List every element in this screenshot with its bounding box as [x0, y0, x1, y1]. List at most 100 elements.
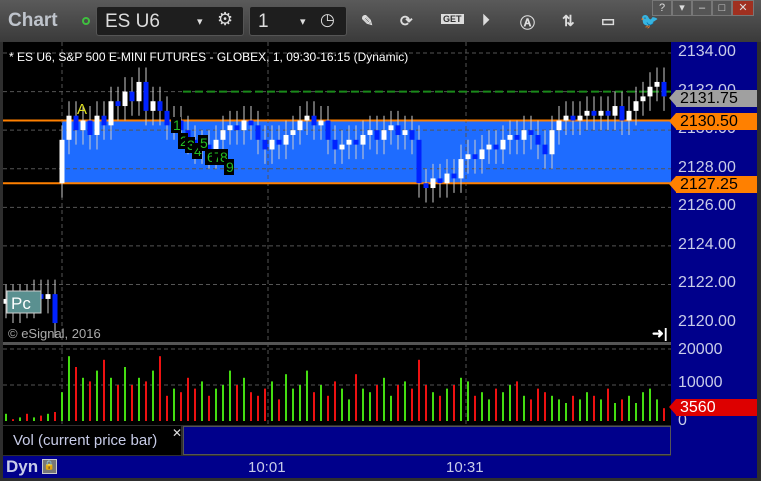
candle — [157, 101, 163, 111]
refresh-chart-icon[interactable]: ⟳ — [400, 12, 413, 30]
price-chart[interactable]: PcA12 3 456 789 — [3, 42, 671, 426]
candle — [430, 178, 436, 189]
candle — [556, 120, 562, 131]
candle — [605, 110, 611, 116]
get-icon[interactable]: GET — [441, 14, 464, 24]
candle — [45, 294, 51, 299]
lower-level-tag: 2127.25 — [669, 176, 757, 193]
lower-level: 2127.25 — [680, 176, 738, 193]
dock-button[interactable]: ▾ — [672, 0, 692, 16]
candle — [122, 91, 128, 107]
candle — [549, 130, 555, 155]
candle — [59, 139, 65, 184]
gear-icon[interactable]: ⚙ — [217, 9, 233, 30]
candle — [80, 120, 86, 131]
candle — [626, 110, 632, 121]
candle — [129, 91, 135, 102]
price-tick: 2126.00 — [678, 197, 736, 215]
candle — [521, 130, 527, 140]
candle — [234, 125, 240, 131]
candle — [66, 115, 72, 140]
legend-strip — [183, 426, 671, 455]
candle — [227, 125, 233, 131]
window-title: Chart — [8, 10, 58, 31]
candle — [332, 139, 338, 150]
candle — [493, 144, 499, 150]
candle — [360, 134, 366, 145]
time-label: 10:01 — [248, 459, 286, 476]
candle — [143, 81, 149, 111]
status-dot-icon — [82, 17, 90, 25]
comment-icon[interactable]: ▭ — [601, 12, 615, 30]
price-tick: 2124.00 — [678, 235, 736, 253]
candle — [507, 134, 513, 140]
candle — [423, 183, 429, 189]
candle — [115, 101, 121, 107]
last-price: 2131.75 — [680, 90, 738, 107]
candle — [591, 110, 597, 116]
candle — [304, 115, 310, 121]
candle — [269, 139, 275, 150]
candle — [542, 144, 548, 155]
candle — [101, 115, 107, 126]
candle — [563, 115, 569, 121]
candle — [248, 120, 254, 126]
candle — [318, 120, 324, 126]
volume-tag: 3560 — [669, 399, 757, 416]
candle — [367, 130, 373, 135]
candle — [220, 130, 226, 140]
candle — [570, 115, 576, 121]
maximize-button[interactable]: □ — [712, 0, 732, 16]
close-button[interactable]: ✕ — [732, 0, 754, 16]
candle — [409, 130, 415, 140]
candle — [479, 149, 485, 160]
volume-tick: 20000 — [678, 341, 723, 358]
candle — [353, 139, 359, 145]
lock-clock-icon[interactable]: 🔒 — [42, 459, 57, 474]
pencil-icon[interactable]: ✎ — [361, 12, 374, 30]
candle — [325, 120, 331, 140]
time-axis[interactable]: Dyn 🔒 10:01 10:31 — [3, 456, 757, 478]
candle — [381, 130, 387, 140]
copyright: © eSignal, 2016 — [8, 326, 101, 341]
candle — [164, 110, 170, 126]
candle — [241, 120, 247, 131]
play-icon[interactable]: ⏵ — [482, 12, 490, 29]
candle — [52, 294, 58, 324]
alert-icon[interactable]: Ⓐ — [520, 12, 535, 33]
upper-level-tag: 2130.50 — [669, 113, 757, 130]
scroll-to-end-icon[interactable]: ➜| — [652, 325, 668, 342]
candle — [486, 144, 492, 150]
candle — [514, 134, 520, 140]
link-icon[interactable]: ⇅ — [562, 12, 575, 30]
candle — [311, 115, 317, 126]
time-label: 10:31 — [446, 459, 484, 476]
candle — [108, 101, 114, 126]
candle — [437, 178, 443, 184]
candle — [619, 106, 625, 121]
tpo-label: 9 — [226, 159, 234, 175]
candle — [374, 130, 380, 140]
symbol-value: ES U6 — [105, 11, 160, 32]
candle — [339, 144, 345, 150]
interval-input[interactable]: 1 ▾ ◷ — [249, 6, 347, 36]
price-tick: 2120.00 — [678, 312, 736, 330]
candle — [528, 130, 534, 135]
price-tick: 2122.00 — [678, 274, 736, 292]
candle — [402, 130, 408, 135]
candle — [535, 134, 541, 145]
clock-icon[interactable]: ◷ — [320, 10, 335, 30]
volume-last: 3560 — [680, 399, 716, 416]
pane-divider — [3, 342, 671, 345]
minimize-button[interactable]: – — [692, 0, 712, 16]
close-legend-icon[interactable]: ✕ — [172, 426, 182, 440]
volume-tick: 10000 — [678, 374, 723, 391]
symbol-input[interactable]: ES U6 ▾ ⚙ — [96, 6, 244, 36]
tpo-label: 1 — [173, 117, 181, 133]
dynamic-mode[interactable]: Dyn — [6, 457, 38, 477]
upper-level: 2130.50 — [680, 113, 738, 130]
candle — [262, 139, 268, 150]
candle — [500, 139, 506, 150]
help-button[interactable]: ? — [652, 0, 672, 16]
candle — [654, 81, 660, 87]
